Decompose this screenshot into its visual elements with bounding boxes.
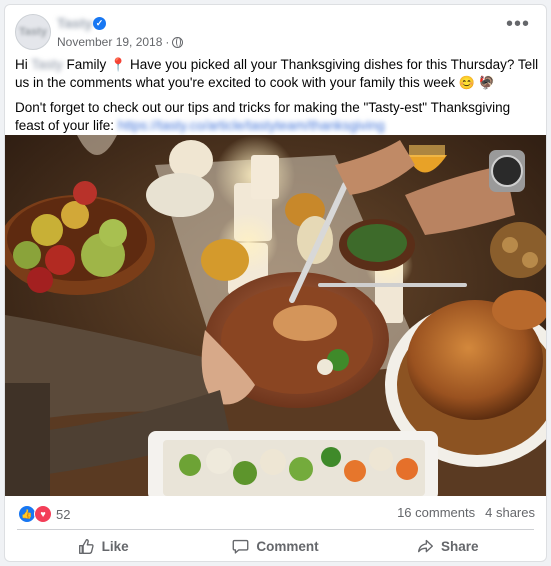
action-bar: Like Comment Share xyxy=(17,532,534,560)
engagement-counts: 16 comments 4 shares xyxy=(397,505,535,520)
post-meta: November 19, 2018 · xyxy=(57,35,184,49)
comments-count[interactable]: 16 comments xyxy=(397,505,475,520)
comment-label: Comment xyxy=(256,538,319,554)
thumbs-up-icon xyxy=(78,538,94,554)
comment-button[interactable]: Comment xyxy=(189,532,361,560)
share-label: Share xyxy=(441,538,479,554)
smile-emoji-icon: 😊 xyxy=(458,74,475,90)
post-card: Tasty Tasty ✓ November 19, 2018 · ••• Hi… xyxy=(4,4,547,562)
meta-separator: · xyxy=(165,35,170,49)
globe-icon xyxy=(172,36,184,48)
post-paragraph-1: Hi Tasty Family 📍 Have you picked all yo… xyxy=(15,57,539,90)
post-photo[interactable] xyxy=(5,135,546,496)
post-text: Hi Tasty Family 📍 Have you picked all yo… xyxy=(15,56,539,142)
verified-badge-icon: ✓ xyxy=(93,17,106,30)
shares-count[interactable]: 4 shares xyxy=(485,505,535,520)
actions-divider xyxy=(17,529,534,530)
comment-icon xyxy=(232,539,249,554)
reaction-count: 52 xyxy=(56,506,71,522)
turkey-emoji-icon: 🦃 xyxy=(478,74,495,90)
more-options-icon[interactable]: ••• xyxy=(506,14,530,34)
share-button[interactable]: Share xyxy=(362,532,534,560)
like-button[interactable]: Like xyxy=(17,532,189,560)
page-logo: Tasty xyxy=(19,26,47,38)
article-link[interactable]: https://tasty.co/article/tastyteam/thank… xyxy=(118,118,385,133)
page-name[interactable]: Tasty xyxy=(57,15,93,31)
post-date[interactable]: November 19, 2018 xyxy=(57,35,162,49)
share-icon xyxy=(418,539,434,552)
pin-emoji-icon: 📍 xyxy=(110,57,127,72)
blurred-name: Tasty xyxy=(31,57,63,72)
page-avatar[interactable]: Tasty xyxy=(15,14,51,50)
post-paragraph-2: Don't forget to check out our tips and t… xyxy=(15,100,511,133)
like-label: Like xyxy=(101,538,129,554)
reaction-summary[interactable]: 👍 ♥ 52 xyxy=(18,505,70,523)
love-reaction-icon: ♥ xyxy=(34,505,52,523)
thanksgiving-dinner-image xyxy=(5,135,546,496)
